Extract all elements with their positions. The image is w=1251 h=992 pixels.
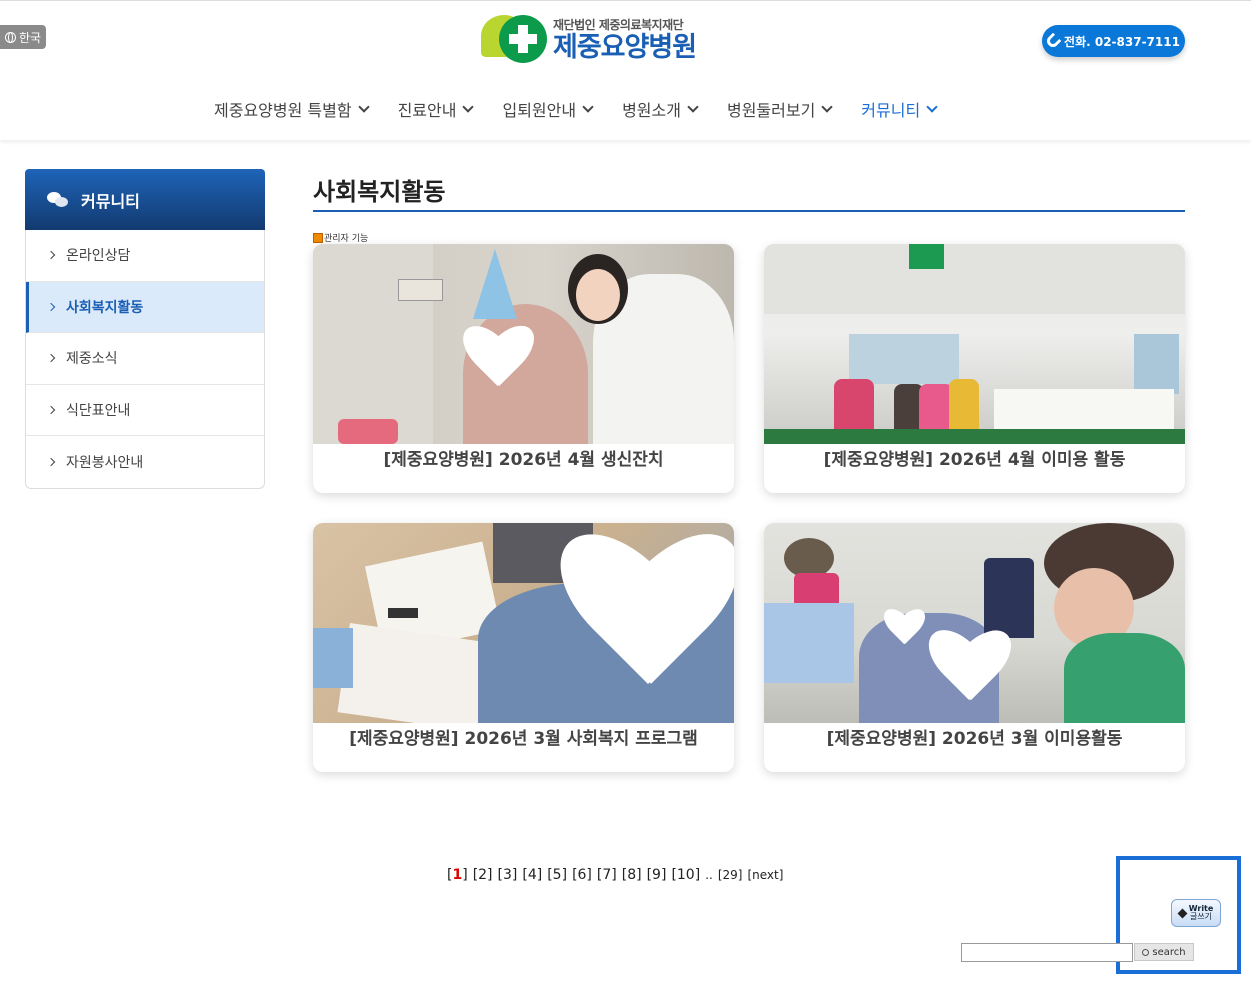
pagination: [1] [2] [3] [4] [5] [6] [7] [8] [9] [10]… <box>447 867 783 883</box>
chevron-right-icon <box>46 302 56 311</box>
phone-icon <box>1044 32 1062 50</box>
nav-label: 커뮤니티 <box>861 101 921 120</box>
page-link[interactable]: [6] <box>572 867 592 883</box>
sidebar-item-label: 제중소식 <box>66 351 118 368</box>
chevron-down-icon <box>821 100 833 113</box>
nav-label: 병원소개 <box>622 101 681 120</box>
chevron-down-icon <box>462 100 475 113</box>
nav-item-tour[interactable]: 병원둘러보기 <box>726 97 833 121</box>
sidebar-item-label: 사회복지활동 <box>66 299 144 316</box>
page-link[interactable]: [5] <box>547 867 567 883</box>
search-input[interactable] <box>961 943 1133 962</box>
current-page-number: 1 <box>452 867 463 883</box>
nav-item-admission[interactable]: 입퇴원안내 <box>502 97 594 121</box>
chevron-right-icon <box>46 405 56 414</box>
sidebar-menu: 온라인상담 사회복지활동 제중소식 식단표안내 자원봉사안내 <box>25 230 265 489</box>
post-card[interactable]: [제중요양병원] 2026년 4월 생신잔치 <box>313 244 734 493</box>
page-link[interactable]: [4] <box>522 867 542 883</box>
nav-item-special[interactable]: 제중요양병원 특별함 <box>214 97 370 121</box>
page-link[interactable]: [2] <box>473 867 493 883</box>
logo-subtitle: 재단법인 제중의료복지재단 <box>553 17 684 32</box>
post-card[interactable]: [제중요양병원] 2026년 3월 이미용활동 <box>764 523 1185 772</box>
admin-icon <box>313 232 323 243</box>
site-header: 한국 재단법인 제중의료복지재단 제중요양병원 전화. 02-837-7111 … <box>0 0 1251 140</box>
globe-icon <box>5 31 16 43</box>
language-selector[interactable]: 한국 <box>0 25 47 49</box>
sidebar-item-label: 식단표안내 <box>66 402 131 419</box>
page-link[interactable]: [8] <box>622 867 642 883</box>
chevron-down-icon <box>926 100 938 113</box>
post-thumbnail <box>764 244 1185 444</box>
page-current[interactable]: [1] <box>447 867 468 883</box>
sidebar-item-news[interactable]: 제중소식 <box>26 333 264 385</box>
logo-title: 제중요양병원 <box>553 31 697 63</box>
chevron-down-icon <box>687 100 699 113</box>
sidebar-item-label: 자원봉사안내 <box>66 454 144 471</box>
post-title: [제중요양병원] 2026년 4월 생신잔치 <box>383 450 664 470</box>
language-label: 한국 <box>19 30 42 45</box>
sidebar-item-label: 온라인상담 <box>66 248 131 265</box>
hospital-cross-icon <box>481 11 549 67</box>
site-logo[interactable]: 재단법인 제중의료복지재단 제중요양병원 <box>481 9 721 69</box>
search-label: search <box>1152 946 1186 958</box>
nav-label: 입퇴원안내 <box>502 101 577 120</box>
sidebar-item-social-welfare[interactable]: 사회복지활동 <box>26 281 264 333</box>
page-link[interactable]: [9] <box>647 867 667 883</box>
chevron-right-icon <box>46 457 56 466</box>
sidebar: 커뮤니티 온라인상담 사회복지활동 제중소식 식단표안내 자원봉사안내 <box>25 169 265 489</box>
chat-bubbles-icon <box>47 191 69 208</box>
phone-label: 전화. 02-837-7111 <box>1064 34 1180 49</box>
post-title: [제중요양병원] 2026년 4월 이미용 활동 <box>823 450 1126 470</box>
pencil-icon <box>1177 908 1188 918</box>
page-link[interactable]: [3] <box>498 867 518 883</box>
nav-label: 제중요양병원 특별함 <box>214 101 352 120</box>
search-button[interactable]: search <box>1134 943 1194 961</box>
chevron-right-icon <box>46 251 56 260</box>
post-thumbnail <box>313 523 734 723</box>
chevron-right-icon <box>46 354 56 363</box>
nav-item-about[interactable]: 병원소개 <box>622 97 699 121</box>
main-nav: 제중요양병원 특별함 진료안내 입퇴원안내 병원소개 병원둘러보기 커뮤니티 <box>214 97 966 121</box>
page-next[interactable]: [next] <box>747 868 783 882</box>
nav-item-treatment[interactable]: 진료안내 <box>397 97 475 121</box>
sidebar-item-menu[interactable]: 식단표안내 <box>26 385 264 436</box>
post-thumbnail <box>313 244 734 444</box>
title-divider <box>313 210 1185 212</box>
nav-item-community[interactable]: 커뮤니티 <box>861 97 938 121</box>
chevron-down-icon <box>582 100 594 113</box>
admin-label: 관리자 기능 <box>324 234 369 244</box>
page-last[interactable]: [29] <box>718 868 743 882</box>
page-ellipsis: .. <box>705 868 713 882</box>
write-label-ko: 글쓰기 <box>1189 912 1213 921</box>
write-button[interactable]: Write 글쓰기 <box>1171 899 1221 927</box>
admin-function-link[interactable]: 관리자 기능 <box>313 231 368 244</box>
search-icon <box>1142 948 1150 956</box>
post-thumbnail <box>764 523 1185 723</box>
page-link[interactable]: [10] <box>671 867 700 883</box>
chevron-down-icon <box>357 100 370 113</box>
nav-label: 병원둘러보기 <box>726 101 816 120</box>
post-title: [제중요양병원] 2026년 3월 이미용활동 <box>826 729 1123 749</box>
post-card[interactable]: [제중요양병원] 2026년 3월 사회복지 프로그램 <box>313 523 734 772</box>
nav-label: 진료안내 <box>397 101 457 120</box>
sidebar-item-volunteer[interactable]: 자원봉사안내 <box>26 436 264 488</box>
sidebar-header: 커뮤니티 <box>25 169 265 230</box>
sidebar-title: 커뮤니티 <box>81 191 140 211</box>
page-title: 사회복지활동 <box>313 178 446 206</box>
sidebar-item-online-consult[interactable]: 온라인상담 <box>26 230 264 282</box>
post-card[interactable]: [제중요양병원] 2026년 4월 이미용 활동 <box>764 244 1185 493</box>
post-title: [제중요양병원] 2026년 3월 사회복지 프로그램 <box>349 729 698 749</box>
page-link[interactable]: [7] <box>597 867 617 883</box>
phone-button[interactable]: 전화. 02-837-7111 <box>1042 25 1185 57</box>
